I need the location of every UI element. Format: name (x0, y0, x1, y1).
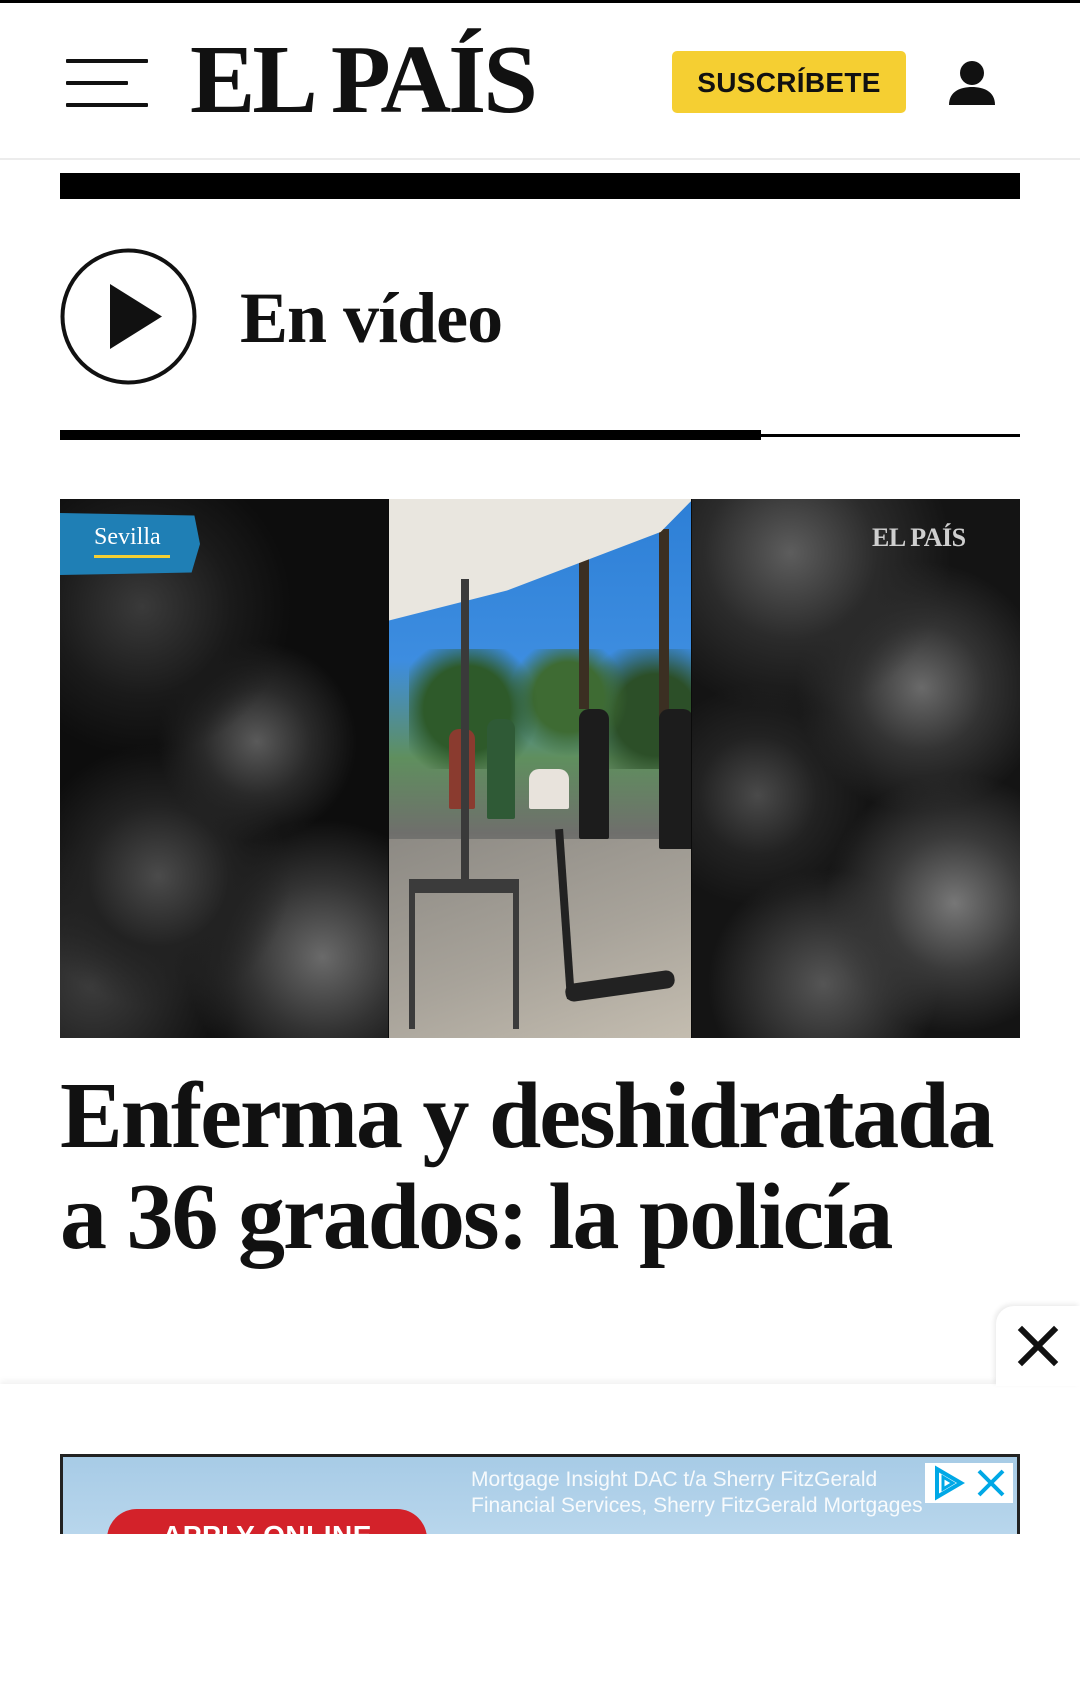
video-watermark: EL PAÍS (872, 523, 966, 552)
article-headline[interactable]: Enferma y deshidratada a 36 grados: la p… (60, 1066, 1020, 1268)
video-player[interactable]: Sevilla EL PAÍS (60, 499, 1020, 1038)
menu-icon[interactable] (66, 59, 148, 107)
ad-text-line: Financial Services, Sherry FitzGerald Mo… (471, 1494, 923, 1517)
video-blurred-background-right (692, 499, 1020, 1038)
section-divider-bar (60, 173, 1020, 199)
ad-choices[interactable] (925, 1463, 1013, 1503)
site-header: EL PAÍS SUSCRÍBETE (0, 3, 1080, 160)
carousel-progress-fill (60, 430, 761, 440)
ad-close-button[interactable] (996, 1306, 1080, 1386)
close-icon (1017, 1325, 1059, 1367)
section-title: En vídeo (240, 278, 503, 358)
adchoices-icon (935, 1465, 965, 1501)
subscribe-button[interactable]: SUSCRÍBETE (672, 51, 906, 113)
video-frame (389, 499, 691, 1038)
ad-banner[interactable]: APPLY ONLINE Mortgage Insight DAC t/a Sh… (60, 1454, 1020, 1534)
ad-text-line: Mortgage Insight DAC t/a Sherry FitzGera… (471, 1468, 878, 1491)
site-logo[interactable]: EL PAÍS (190, 25, 590, 135)
ad-text: Mortgage Insight DAC t/a Sherry FitzGera… (471, 1467, 991, 1519)
video-section-header: En vídeo (60, 248, 1020, 388)
location-tag-underline (94, 555, 170, 558)
play-icon[interactable] (60, 248, 197, 385)
location-tag-label: Sevilla (94, 524, 161, 550)
user-icon[interactable] (947, 59, 997, 109)
ad-apply-button[interactable]: APPLY ONLINE (107, 1509, 427, 1534)
video-blurred-background-left (60, 499, 388, 1038)
ad-overlay (0, 1384, 1080, 1704)
ad-close-icon (977, 1469, 1005, 1497)
